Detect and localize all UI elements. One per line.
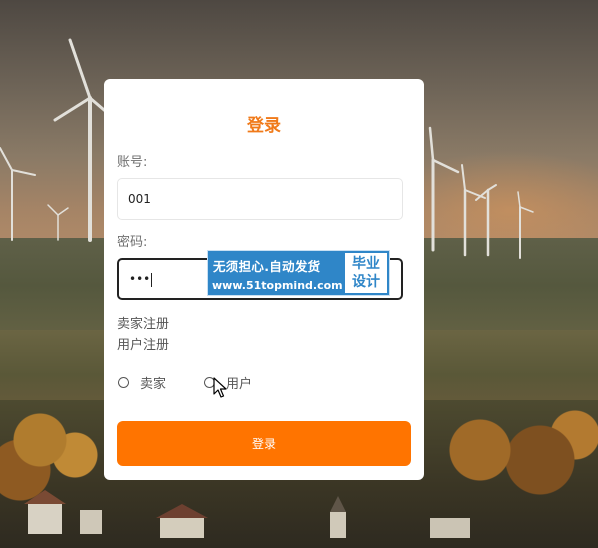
watermark-line1: 无须担心.自动发货	[213, 259, 321, 274]
seller-register-link[interactable]: 卖家注册	[117, 313, 169, 332]
watermark-badge: 毕业 设计	[345, 253, 387, 293]
radio-user-label: 用户	[226, 377, 253, 392]
password-value: •••	[129, 272, 151, 286]
password-label: 密码:	[117, 235, 148, 250]
watermark-badge-line1: 毕业	[352, 256, 380, 272]
account-input[interactable]: 001	[117, 178, 403, 220]
radio-seller-label: 卖家	[140, 377, 167, 392]
watermark-banner: 无须担心.自动发货 www.51topmind.com 毕业 设计	[207, 250, 390, 296]
watermark-badge-line2: 设计	[352, 274, 380, 290]
user-register-link[interactable]: 用户注册	[117, 334, 169, 353]
radio-seller[interactable]: 卖家	[118, 373, 166, 392]
background-village	[24, 490, 470, 538]
login-title: 登录	[247, 116, 281, 136]
radio-user[interactable]: 用户	[204, 373, 252, 392]
login-submit-button[interactable]: 登录	[117, 421, 411, 466]
watermark-url: www.51topmind.com	[212, 279, 343, 292]
text-caret	[151, 272, 153, 287]
radio-seller-circle[interactable]	[118, 377, 129, 388]
account-label: 账号:	[117, 155, 148, 170]
arrow-cursor-icon	[213, 377, 227, 398]
